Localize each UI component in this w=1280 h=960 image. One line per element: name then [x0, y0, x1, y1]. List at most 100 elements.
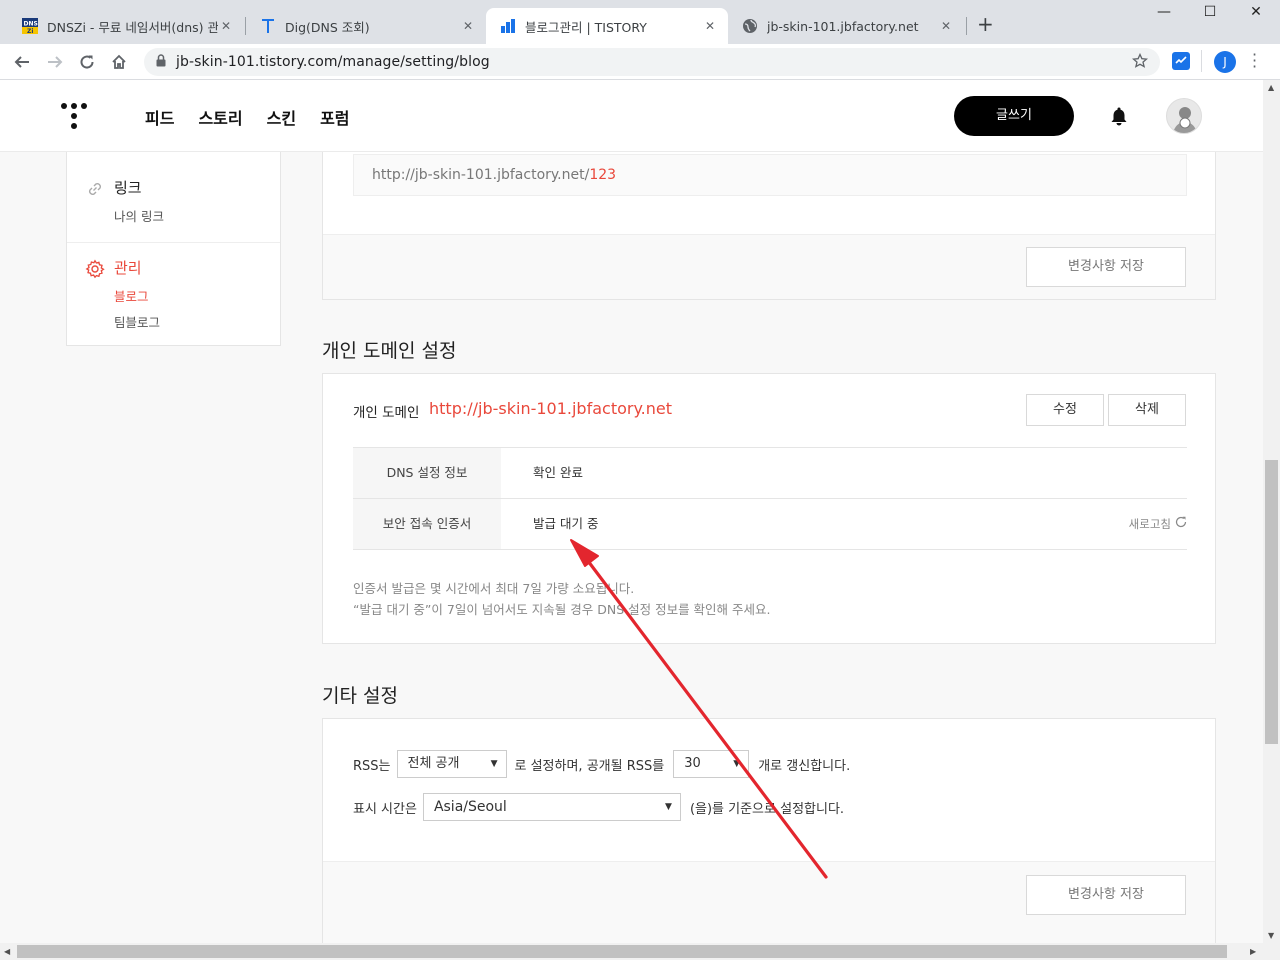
tab-dig[interactable]: Dig(DNS 조회) ✕ — [246, 8, 486, 44]
home-icon[interactable] — [109, 52, 129, 72]
edit-button[interactable]: 수정 — [1026, 394, 1104, 426]
tab-title: DNSZi - 무료 네임서버(dns) 관리 — [47, 19, 218, 35]
rss-count-select[interactable]: 30 ▼ — [673, 750, 750, 778]
domain-label: 개인 도메인 — [353, 405, 420, 421]
rss-count-value: 30 — [684, 756, 701, 771]
rss-prefix: RSS는 — [353, 758, 391, 774]
rss-visibility-select[interactable]: 전체 공개 ▼ — [396, 750, 507, 778]
browser-toolbar: jb-skin-101.tistory.com/manage/setting/b… — [0, 44, 1280, 80]
table-row: DNS 설정 정보 확인 완료 — [353, 448, 1187, 499]
url-text: jb-skin-101.tistory.com/manage/setting/b… — [176, 54, 490, 70]
gear-icon — [85, 259, 105, 283]
save-button[interactable]: 변경사항 저장 — [1026, 247, 1186, 287]
sidebar-sub-my-links[interactable]: 나의 링크 — [114, 206, 280, 225]
sidebar-divider — [67, 242, 280, 243]
scroll-down-icon[interactable]: ▼ — [1268, 931, 1274, 940]
browser-tab-bar: DNS Zi DNSZi - 무료 네임서버(dns) 관리 ✕ Dig(DNS … — [0, 0, 1280, 44]
address-suffix: 123 — [589, 167, 617, 183]
rss-suffix: 개로 갱신합니다. — [758, 758, 851, 774]
tz-suffix: (을)를 기준으로 설정합니다. — [689, 801, 845, 817]
row-value: 확인 완료 — [533, 465, 583, 480]
scroll-up-icon[interactable]: ▲ — [1268, 83, 1274, 92]
sidebar-title: 링크 — [114, 179, 142, 197]
svg-text:Zi: Zi — [27, 28, 33, 34]
minimize-button[interactable]: — — [1141, 4, 1187, 20]
address-bar[interactable]: jb-skin-101.tistory.com/manage/setting/b… — [144, 48, 1160, 76]
etc-card: RSS는 전체 공개 ▼ 로 설정하며, 공개될 RSS를 30 ▼ 개로 갱신… — [322, 718, 1216, 943]
caret-down-icon: ▼ — [733, 759, 741, 769]
write-button[interactable]: 글쓰기 — [954, 96, 1074, 136]
timezone-setting-row: 표시 시간은 Asia/Seoul ▼ (을)를 기준으로 설정합니다. — [353, 793, 844, 821]
svg-text:DNS: DNS — [24, 21, 38, 28]
tab-tistory[interactable]: 블로그관리 | TISTORY ✕ — [486, 8, 728, 44]
tab-dnszi[interactable]: DNS Zi DNSZi - 무료 네임서버(dns) 관리 ✕ — [8, 8, 244, 44]
scroll-right-icon[interactable]: ▶ — [1250, 947, 1256, 956]
lock-icon — [156, 53, 166, 71]
vertical-scrollbar[interactable]: ▲ ▼ — [1263, 80, 1280, 943]
nav-forum[interactable]: 포럼 — [320, 105, 349, 129]
globe-icon — [742, 18, 758, 34]
refresh-icon — [1175, 499, 1187, 549]
sidebar-title: 관리 — [114, 259, 142, 277]
caret-down-icon: ▼ — [490, 759, 498, 769]
close-icon[interactable]: ✕ — [218, 19, 234, 33]
tistory-logo-icon[interactable] — [60, 102, 88, 130]
close-icon[interactable]: ✕ — [460, 19, 476, 33]
address-preview: http://jb-skin-101.jbfactory.net/123 — [353, 154, 1187, 196]
card-footer: 변경사항 저장 — [323, 234, 1215, 299]
row-header: 보안 접속 인증서 — [353, 499, 501, 549]
link-icon — [85, 179, 105, 203]
scrollbar-thumb[interactable] — [17, 945, 1227, 958]
forward-icon[interactable] — [45, 52, 65, 72]
nav-feed[interactable]: 피드 — [145, 105, 174, 129]
domain-card: 개인 도메인 http://jb-skin-101.jbfactory.net … — [322, 373, 1216, 644]
new-tab-button[interactable]: + — [977, 14, 994, 34]
sidebar: 링크 나의 링크 관리 블로그 팀블로그 — [66, 152, 281, 346]
nav-story[interactable]: 스토리 — [198, 105, 242, 129]
close-icon[interactable]: ✕ — [938, 19, 954, 33]
avatar[interactable] — [1166, 98, 1202, 134]
sidebar-item-manage[interactable]: 관리 블로그 팀블로그 — [67, 258, 280, 331]
toolbar-separator — [1201, 50, 1202, 72]
scroll-left-icon[interactable]: ◀ — [4, 947, 10, 956]
address-card: http://jb-skin-101.jbfactory.net/123 변경사… — [322, 140, 1216, 300]
page-viewport: 링크 나의 링크 관리 블로그 팀블로그 http://jb-skin-101.… — [0, 80, 1263, 943]
site-header: 피드 스토리 스킨 포럼 글쓰기 — [0, 80, 1263, 152]
close-window-button[interactable]: ✕ — [1233, 4, 1279, 20]
maximize-button[interactable]: ☐ — [1187, 4, 1233, 20]
card-footer: 변경사항 저장 — [323, 861, 1215, 943]
horizontal-scrollbar[interactable]: ◀ ▶ — [0, 943, 1280, 960]
rss-visibility-value: 전체 공개 — [407, 756, 460, 771]
rss-middle: 로 설정하며, 공개될 RSS를 — [514, 758, 665, 774]
timezone-select[interactable]: Asia/Seoul ▼ — [422, 793, 681, 821]
tz-prefix: 표시 시간은 — [353, 801, 417, 817]
bell-icon[interactable] — [1110, 106, 1128, 130]
sidebar-item-link[interactable]: 링크 나의 링크 — [67, 178, 280, 225]
close-icon[interactable]: ✕ — [702, 19, 718, 33]
delete-button[interactable]: 삭제 — [1108, 394, 1186, 426]
tab-title: jb-skin-101.jbfactory.net — [767, 18, 919, 34]
back-icon[interactable] — [12, 52, 32, 72]
tistory-icon — [500, 18, 516, 34]
refresh-label: 새로고침 — [1128, 517, 1171, 531]
more-menu-icon[interactable]: · · · — [1252, 47, 1257, 75]
domain-url: http://jb-skin-101.jbfactory.net — [429, 399, 672, 418]
sidebar-sub-team-blog[interactable]: 팀블로그 — [114, 312, 280, 331]
t-icon — [260, 18, 276, 34]
note-line: “발급 대기 중”이 7일이 넘어서도 지속될 경우 DNS 설정 정보를 확인… — [353, 602, 771, 617]
reload-icon[interactable] — [77, 52, 97, 72]
sidebar-sub-blog[interactable]: 블로그 — [114, 286, 280, 305]
address-prefix: http://jb-skin-101.jbfactory.net/ — [372, 167, 590, 183]
table-row: 보안 접속 인증서 발급 대기 중 새로고침 — [353, 499, 1187, 550]
tab-jbfactory[interactable]: jb-skin-101.jbfactory.net ✕ — [728, 8, 964, 44]
profile-avatar[interactable]: J — [1214, 51, 1236, 73]
tab-title: 블로그관리 | TISTORY — [525, 19, 647, 35]
extension-icon[interactable] — [1172, 52, 1190, 70]
star-icon[interactable] — [1131, 52, 1149, 73]
scrollbar-thumb[interactable] — [1265, 460, 1278, 744]
section-title-domain: 개인 도메인 설정 — [322, 340, 457, 362]
save-button[interactable]: 변경사항 저장 — [1026, 875, 1186, 915]
refresh-button[interactable]: 새로고침 — [1129, 499, 1187, 549]
nav-skin[interactable]: 스킨 — [267, 105, 296, 129]
row-header: DNS 설정 정보 — [353, 448, 501, 498]
